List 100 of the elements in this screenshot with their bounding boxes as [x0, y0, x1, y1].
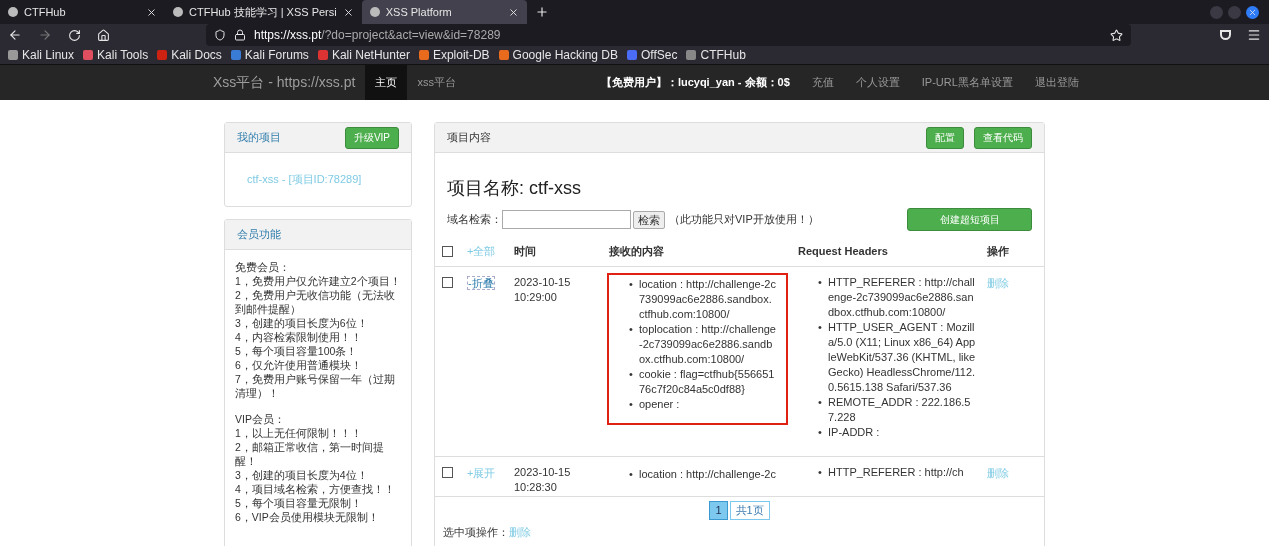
nav-link[interactable]: 个人设置: [855, 74, 900, 91]
reload-icon[interactable]: [68, 28, 81, 42]
time-text: 10:28:30: [514, 480, 558, 495]
close-icon[interactable]: [342, 6, 354, 18]
bookmark-icon: [627, 50, 637, 60]
member-heading: 免费会员：: [235, 260, 291, 274]
bullet: •: [629, 367, 634, 382]
bookmark-star-icon[interactable]: [1110, 28, 1123, 42]
header-item: HTTP_REFERER : http://ch: [828, 465, 965, 480]
bookmark-item[interactable]: OffSec: [627, 46, 678, 64]
bookmark-icon: [317, 50, 328, 60]
nav-link[interactable]: xss平台: [407, 65, 466, 100]
member-rule: 3，创建的项目长度为6位！: [235, 316, 369, 330]
nav-link[interactable]: 充值: [811, 74, 834, 91]
user-info: 【免费用户】：lucyqi_yan - 余额：0$: [600, 75, 790, 91]
member-heading: VIP会员：: [235, 412, 286, 426]
member-rule: 5，每个项目容量无限制！: [235, 496, 363, 510]
date-text: 2023-10-15: [514, 275, 572, 290]
close-icon[interactable]: [507, 6, 519, 18]
member-rule: 6，VIP会员使用模块无限制！: [235, 510, 380, 524]
bookmark-icon: [686, 50, 697, 60]
panel-title: 我的项目: [237, 130, 281, 146]
column-header: 时间: [514, 244, 537, 260]
bookmark-icon: [83, 50, 94, 60]
header-item: REMOTE_ADDR : 222.186.57.228: [828, 395, 972, 425]
bookmark-item[interactable]: Kali Linux: [8, 46, 75, 64]
member-rule: 1，免费用户仅允许建立2个项目！: [235, 274, 401, 288]
bookmark-icon: [498, 50, 509, 60]
column-header: 接收的内容: [609, 244, 665, 260]
page-button[interactable]: 1: [709, 501, 728, 520]
header-item: IP-ADDR :: [828, 425, 881, 440]
header-item: HTTP_REFERER : http://challenge-2c739099ac6e2886.sandbox.ctfhub.com:10800/: [828, 275, 976, 320]
lock-icon: [234, 29, 246, 41]
browser-tab[interactable]: CTFHub: [0, 0, 165, 24]
bullet: •: [629, 397, 634, 412]
address-bar[interactable]: https://xss.pt/?do=project&act=view&id=78289: [206, 24, 1131, 46]
bulk-label: 选中项操作：: [443, 526, 509, 538]
bookmark-item[interactable]: Kali Forums: [230, 46, 309, 64]
bookmark-icon: [230, 50, 241, 60]
url-text: https://xss.pt/?do=project&act=view&id=78289: [254, 27, 501, 44]
panel-title: 会员功能: [237, 227, 281, 243]
bullet: •: [818, 465, 823, 480]
new-tab-icon[interactable]: [534, 5, 549, 19]
tab-title: CTFHub 技能学习 | XSS Persi: [189, 4, 337, 20]
home-icon[interactable]: [97, 28, 110, 42]
menu-icon[interactable]: [1247, 28, 1261, 42]
bookmark-item[interactable]: Kali Docs: [157, 46, 222, 64]
member-rule: 2，免费用户无收信功能（无法收到邮件提醒）: [235, 288, 396, 316]
header-item: HTTP_USER_AGENT : Mozilla/5.0 (X11; Linux x86_64) AppleWebKit/537.36 (KHTML, like Gecko) HeadlessChrome/112.0.5615.138 Safari/537.36: [828, 320, 977, 395]
search-button[interactable]: 检索: [633, 210, 665, 229]
bookmark-icon: [418, 50, 429, 60]
nav-link[interactable]: IP-URL黑名单设置: [921, 74, 1013, 91]
bullet: •: [818, 275, 823, 290]
bookmark-item[interactable]: Kali Tools: [83, 46, 149, 64]
site-brand[interactable]: Xss平台 - https://xss.pt: [213, 72, 356, 93]
member-rule: 6，仅允许使用普通模块！: [235, 358, 363, 372]
bookmark-item[interactable]: Google Hacking DB: [498, 46, 618, 64]
bullet: •: [818, 425, 823, 440]
close-icon[interactable]: [146, 6, 157, 18]
column-header: Request Headers: [798, 244, 889, 260]
member-rule: 1，以上无任何限制！！！: [235, 426, 363, 440]
checkbox[interactable]: [442, 467, 453, 478]
member-rule: 2，邮箱正常收信，第一时间提醒！: [235, 440, 385, 468]
browser-tab[interactable]: CTFHub 技能学习 | XSS Persi: [165, 0, 362, 24]
search-note: （此功能只对VIP开放使用！）: [669, 212, 820, 228]
bullet: •: [818, 320, 823, 335]
member-rule: 4，内容检索限制使用！！: [235, 330, 363, 344]
member-rule: 4，项目域名检索，方便查找！！: [235, 482, 396, 496]
checkbox[interactable]: [442, 246, 453, 257]
bookmark-item[interactable]: Exploit-DB: [418, 46, 490, 64]
shield-icon: [214, 29, 226, 41]
content-item: opener :: [639, 397, 681, 412]
content-item: location : http://challenge-2c: [639, 467, 776, 482]
member-rule: 7，免费用户账号保留一年（过期清理）！: [235, 372, 396, 400]
bookmark-item[interactable]: CTFHub: [686, 46, 746, 64]
panel-title: 项目内容: [447, 130, 492, 146]
tab-title: CTFHub: [24, 4, 67, 20]
nav-link[interactable]: 退出登陆: [1034, 74, 1079, 91]
browser-tab[interactable]: XSS Platform: [361, 0, 527, 24]
time-text: 10:29:00: [514, 290, 558, 305]
search-label: 域名检索：: [447, 212, 502, 228]
tab-title: XSS Platform: [385, 4, 453, 20]
checkbox[interactable]: [442, 277, 453, 288]
project-name: 项目名称: ctf-xss: [447, 177, 582, 200]
tab-favicon-icon: [8, 7, 18, 17]
column-header: 操作: [987, 244, 1009, 260]
nav-link[interactable]: 主页: [365, 65, 408, 100]
tab-favicon-icon: [369, 7, 380, 17]
pocket-icon[interactable]: [1220, 30, 1231, 40]
close-button[interactable]: [1246, 5, 1259, 19]
back-icon[interactable]: [8, 28, 22, 42]
search-field[interactable]: [502, 210, 631, 229]
date-text: 2023-10-15: [514, 465, 572, 480]
page-button[interactable]: 共1页: [729, 501, 770, 520]
member-rule: 3，创建的项目长度为4位！: [235, 468, 369, 482]
forward-icon[interactable]: [38, 28, 52, 42]
close-icon: [1248, 7, 1257, 17]
toggle-link[interactable]: -折叠: [467, 276, 495, 290]
bookmark-icon: [8, 50, 18, 60]
bookmark-item[interactable]: Kali NetHunter: [317, 46, 410, 64]
